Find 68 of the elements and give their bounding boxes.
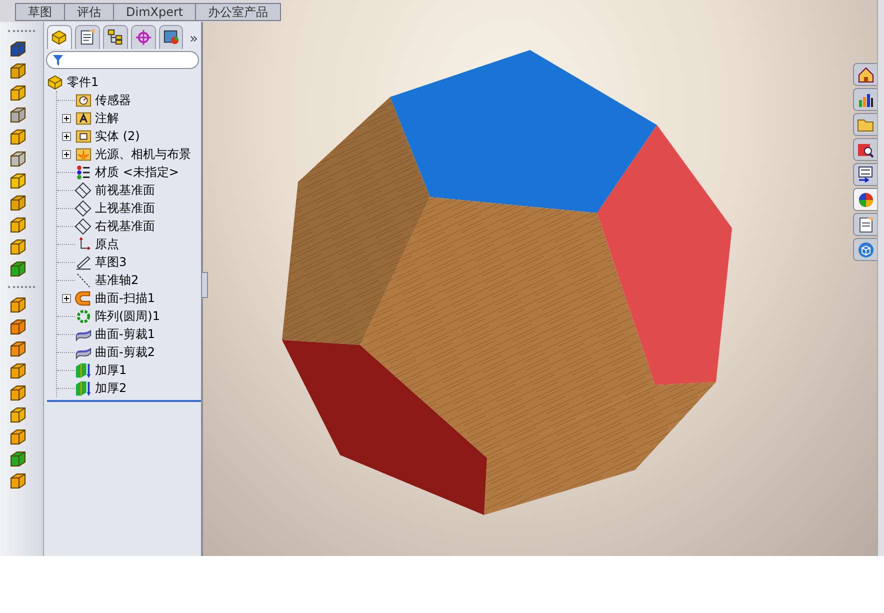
crosshair-icon: [134, 29, 152, 46]
block-icon[interactable]: [9, 260, 27, 278]
folder-lamp-icon: [75, 146, 92, 162]
task-pane-tab[interactable]: [853, 138, 877, 161]
tree-item-label[interactable]: 加厚1: [95, 361, 127, 379]
diamond-icon: [75, 200, 92, 216]
task-pane-tab[interactable]: [853, 88, 877, 111]
tree-item-label[interactable]: 加厚2: [95, 379, 127, 397]
filter-icon: [53, 54, 63, 66]
block-icon: [50, 29, 68, 46]
folder-icon: [75, 110, 92, 126]
globe-cube-icon: [856, 240, 874, 258]
tree-item-label[interactable]: 曲面-剪裁1: [95, 325, 155, 343]
tree-item-label[interactable]: 光源、相机与布景: [95, 145, 191, 163]
expand-toggle[interactable]: [62, 132, 71, 140]
expand-toggle[interactable]: [62, 294, 71, 302]
hierarchy-icon: [106, 29, 124, 46]
tree-item-label[interactable]: 前视基准面: [95, 181, 155, 199]
panel-collapse-handle[interactable]: [201, 272, 208, 298]
ribbon-tab[interactable]: DimXpert: [113, 3, 196, 21]
tree-item-label[interactable]: 阵列(圆周)1: [95, 307, 160, 325]
panel-tab[interactable]: [158, 25, 184, 49]
picture-icon: [162, 29, 180, 46]
tree-item-label[interactable]: 注解: [95, 109, 119, 127]
tree-item-label[interactable]: 材质 <未指定>: [95, 163, 179, 181]
panel-tab[interactable]: [47, 25, 72, 49]
folder-block-icon: [75, 128, 92, 144]
task-pane-tab[interactable]: [853, 163, 877, 186]
pencil-sketch-icon: [75, 254, 92, 270]
dashed-line-icon: [75, 272, 92, 288]
diamond-icon: [75, 182, 92, 198]
filter-field[interactable]: [46, 51, 199, 69]
block-icon: [47, 74, 64, 90]
tree-item-label[interactable]: 右视基准面: [95, 217, 155, 235]
ribbon-tab[interactable]: 办公室产品: [195, 3, 282, 21]
more-tabs-chevron[interactable]: »: [189, 29, 198, 49]
cube-arrow-icon: [75, 362, 92, 378]
form-arrow-icon: [856, 166, 874, 184]
block-icon[interactable]: [9, 150, 27, 168]
tree-item-label[interactable]: 零件1: [67, 73, 99, 91]
block-icon[interactable]: [9, 172, 27, 190]
cube-arrow-icon: [75, 380, 92, 396]
scrollbar[interactable]: [877, 0, 884, 556]
expand-toggle[interactable]: [62, 114, 71, 122]
task-pane-tab[interactable]: [853, 188, 877, 211]
tree-item-label[interactable]: 草图3: [95, 253, 127, 271]
folder-gauge-icon: [75, 92, 92, 108]
task-pane-tab[interactable]: [853, 213, 877, 236]
color-ball-icon: [856, 190, 874, 208]
tree-item-label[interactable]: 上视基准面: [95, 199, 155, 217]
panel-tab[interactable]: [102, 25, 128, 49]
house-icon: [856, 66, 874, 84]
diamond-icon: [75, 218, 92, 234]
ribbon-tab[interactable]: 草图: [15, 3, 65, 21]
tree-item-label[interactable]: 基准轴2: [95, 271, 139, 289]
tree-item-label[interactable]: 原点: [95, 235, 119, 253]
ring-icon: [75, 308, 92, 324]
expand-toggle[interactable]: [62, 150, 71, 158]
document-icon: [856, 216, 874, 234]
ribbon-tab[interactable]: 评估: [64, 3, 114, 21]
task-pane-tab[interactable]: [853, 63, 877, 86]
tree-item-label[interactable]: 实体 (2): [95, 127, 140, 145]
tree-item-label[interactable]: 曲面-剪裁2: [95, 343, 155, 361]
color-dots-icon: [75, 164, 92, 180]
tree-item-label[interactable]: 传感器: [95, 91, 131, 109]
tree-item-label[interactable]: 曲面-扫描1: [95, 289, 155, 307]
clipboard-icon: [78, 29, 96, 46]
panel-tab[interactable]: [74, 25, 100, 49]
